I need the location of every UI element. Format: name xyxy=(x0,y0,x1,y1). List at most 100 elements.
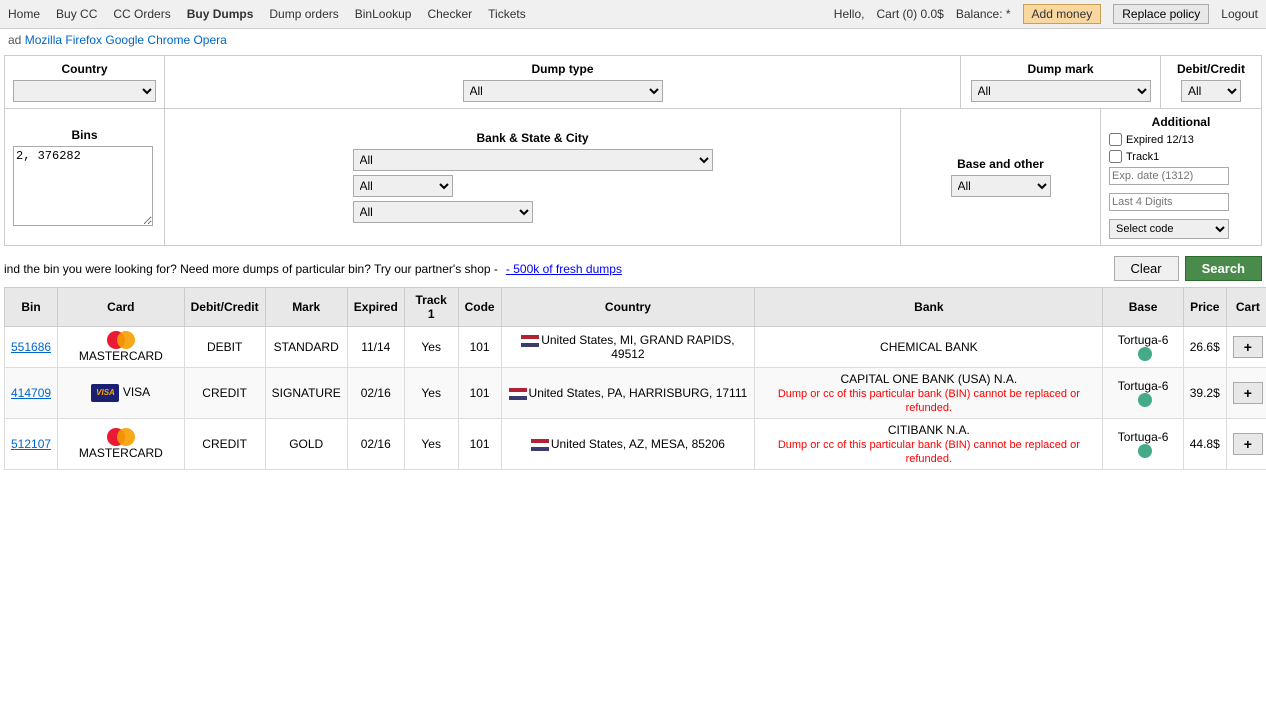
download-firefox[interactable]: Mozilla Firefox xyxy=(25,33,102,47)
expired-checkbox[interactable] xyxy=(1109,133,1122,146)
filter-debitcredit: Debit/Credit All xyxy=(1161,56,1261,108)
price-cell: 39.2$ xyxy=(1183,368,1226,419)
partner-bar: ind the bin you were looking for? Need m… xyxy=(0,250,1266,287)
nav-tickets[interactable]: Tickets xyxy=(488,7,526,21)
nav-buycc[interactable]: Buy CC xyxy=(56,7,97,21)
expired-label[interactable]: Expired 12/13 xyxy=(1109,133,1253,146)
mark-cell: GOLD xyxy=(265,419,347,470)
col-card: Card xyxy=(58,288,185,327)
bins-textarea[interactable]: 2, 376282 xyxy=(13,146,153,226)
hello-text: Hello, xyxy=(834,7,865,21)
expired-cell: 02/16 xyxy=(347,419,404,470)
bank-name: CITIBANK N.A. xyxy=(888,423,970,437)
filter-additional: Additional Expired 12/13 Track1 Select c… xyxy=(1101,109,1261,245)
table-header-row: Bin Card Debit/Credit Mark Expired Track… xyxy=(5,288,1266,327)
bank-cell: CAPITAL ONE BANK (USA) N.A.Dump or cc of… xyxy=(755,368,1103,419)
country-select[interactable] xyxy=(13,80,156,102)
lastdigits-input[interactable] xyxy=(1109,193,1229,211)
bankstate-inner: All All All xyxy=(353,149,713,223)
green-dot-icon xyxy=(1138,444,1152,458)
nav-home[interactable]: Home xyxy=(8,7,40,21)
code-cell: 101 xyxy=(458,419,501,470)
country-label: Country xyxy=(13,62,156,76)
col-bin: Bin xyxy=(5,288,58,327)
dumptype-select[interactable]: All xyxy=(463,80,663,102)
download-opera[interactable]: Opera xyxy=(193,33,226,47)
col-cart: Cart xyxy=(1226,288,1266,327)
baseother-select[interactable]: All xyxy=(951,175,1051,197)
dumptype-label: Dump type xyxy=(531,62,593,76)
bins-label: Bins xyxy=(13,128,156,142)
debitcredit-cell: DEBIT xyxy=(184,327,265,368)
bank-select[interactable]: All xyxy=(353,149,713,171)
green-dot-icon xyxy=(1138,347,1152,361)
price-cell: 26.6$ xyxy=(1183,327,1226,368)
partner-text: ind the bin you were looking for? Need m… xyxy=(4,262,498,276)
card-label: MASTERCARD xyxy=(79,446,163,460)
search-actions: Clear Search xyxy=(1114,256,1262,281)
add-to-cart-button[interactable]: + xyxy=(1233,433,1263,455)
search-button[interactable]: Search xyxy=(1185,256,1262,281)
base-name: Tortuga-6 xyxy=(1118,333,1169,347)
base-cell: Tortuga-6 xyxy=(1103,368,1183,419)
nav-ccorders[interactable]: CC Orders xyxy=(113,7,170,21)
table-row: 551686 MASTERCARDDEBITSTANDARD11/14Yes10… xyxy=(5,327,1266,368)
additional-label: Additional xyxy=(1109,115,1253,129)
base-name: Tortuga-6 xyxy=(1118,379,1169,393)
visa-icon: VISA xyxy=(91,384,119,402)
country-text: United States, PA, HARRISBURG, 17111 xyxy=(529,386,748,400)
table-row: 512107 MASTERCARDCREDITGOLD02/16Yes101Un… xyxy=(5,419,1266,470)
debitcredit-cell: CREDIT xyxy=(184,368,265,419)
bank-warning: Dump or cc of this particular bank (BIN)… xyxy=(778,439,1080,465)
nav-binlookup[interactable]: BinLookup xyxy=(355,7,412,21)
col-track1: Track 1 xyxy=(404,288,458,327)
add-to-cart-button[interactable]: + xyxy=(1233,382,1263,404)
col-expired: Expired xyxy=(347,288,404,327)
debitcredit-select[interactable]: All xyxy=(1181,80,1241,102)
dumpmark-select[interactable]: All xyxy=(971,80,1151,102)
col-mark: Mark xyxy=(265,288,347,327)
col-country: Country xyxy=(501,288,755,327)
add-money-button[interactable]: Add money xyxy=(1023,4,1102,24)
table-body: 551686 MASTERCARDDEBITSTANDARD11/14Yes10… xyxy=(5,327,1266,470)
col-debitcredit: Debit/Credit xyxy=(184,288,265,327)
filter-bins: Bins 2, 376282 xyxy=(5,109,165,245)
price-cell: 44.8$ xyxy=(1183,419,1226,470)
mark-cell: STANDARD xyxy=(265,327,347,368)
replace-policy-button[interactable]: Replace policy xyxy=(1113,4,1209,24)
download-prefix: ad xyxy=(8,33,21,47)
bankstate-label: Bank & State & City xyxy=(476,131,588,145)
bin-link[interactable]: 414709 xyxy=(11,386,51,400)
base-name: Tortuga-6 xyxy=(1118,430,1169,444)
top-nav: Home Buy CC CC Orders Buy Dumps Dump ord… xyxy=(0,0,1266,29)
state-select[interactable]: All xyxy=(353,175,453,197)
nav-dumporders[interactable]: Dump orders xyxy=(269,7,338,21)
bin-link[interactable]: 512107 xyxy=(11,437,51,451)
nav-checker[interactable]: Checker xyxy=(427,7,472,21)
country-text: United States, AZ, MESA, 85206 xyxy=(551,437,725,451)
track1-label[interactable]: Track1 xyxy=(1109,150,1253,163)
code-cell: 101 xyxy=(458,368,501,419)
city-select[interactable]: All xyxy=(353,201,533,223)
track1-checkbox[interactable] xyxy=(1109,150,1122,163)
base-cell: Tortuga-6 xyxy=(1103,419,1183,470)
selectcode-select[interactable]: Select code xyxy=(1109,219,1229,239)
download-chrome[interactable]: Google Chrome xyxy=(105,33,190,47)
table-row: 414709VISA VISACREDITSIGNATURE02/16Yes10… xyxy=(5,368,1266,419)
col-price: Price xyxy=(1183,288,1226,327)
baseother-label: Base and other xyxy=(957,157,1044,171)
partner-link[interactable]: - 500k of fresh dumps xyxy=(506,262,622,276)
add-to-cart-button[interactable]: + xyxy=(1233,336,1263,358)
logout-link[interactable]: Logout xyxy=(1221,7,1258,21)
filter-dumpmark: Dump mark All xyxy=(961,56,1161,108)
filter-country: Country xyxy=(5,56,165,108)
filter-baseother: Base and other All xyxy=(901,109,1101,245)
bank-name: CAPITAL ONE BANK (USA) N.A. xyxy=(840,372,1017,386)
bin-link[interactable]: 551686 xyxy=(11,340,51,354)
additional-content: Expired 12/13 Track1 Select code xyxy=(1109,133,1253,239)
code-cell: 101 xyxy=(458,327,501,368)
nav-buydumps[interactable]: Buy Dumps xyxy=(187,7,254,21)
clear-button[interactable]: Clear xyxy=(1114,256,1179,281)
expdate-input[interactable] xyxy=(1109,167,1229,185)
track1-cell: Yes xyxy=(404,368,458,419)
